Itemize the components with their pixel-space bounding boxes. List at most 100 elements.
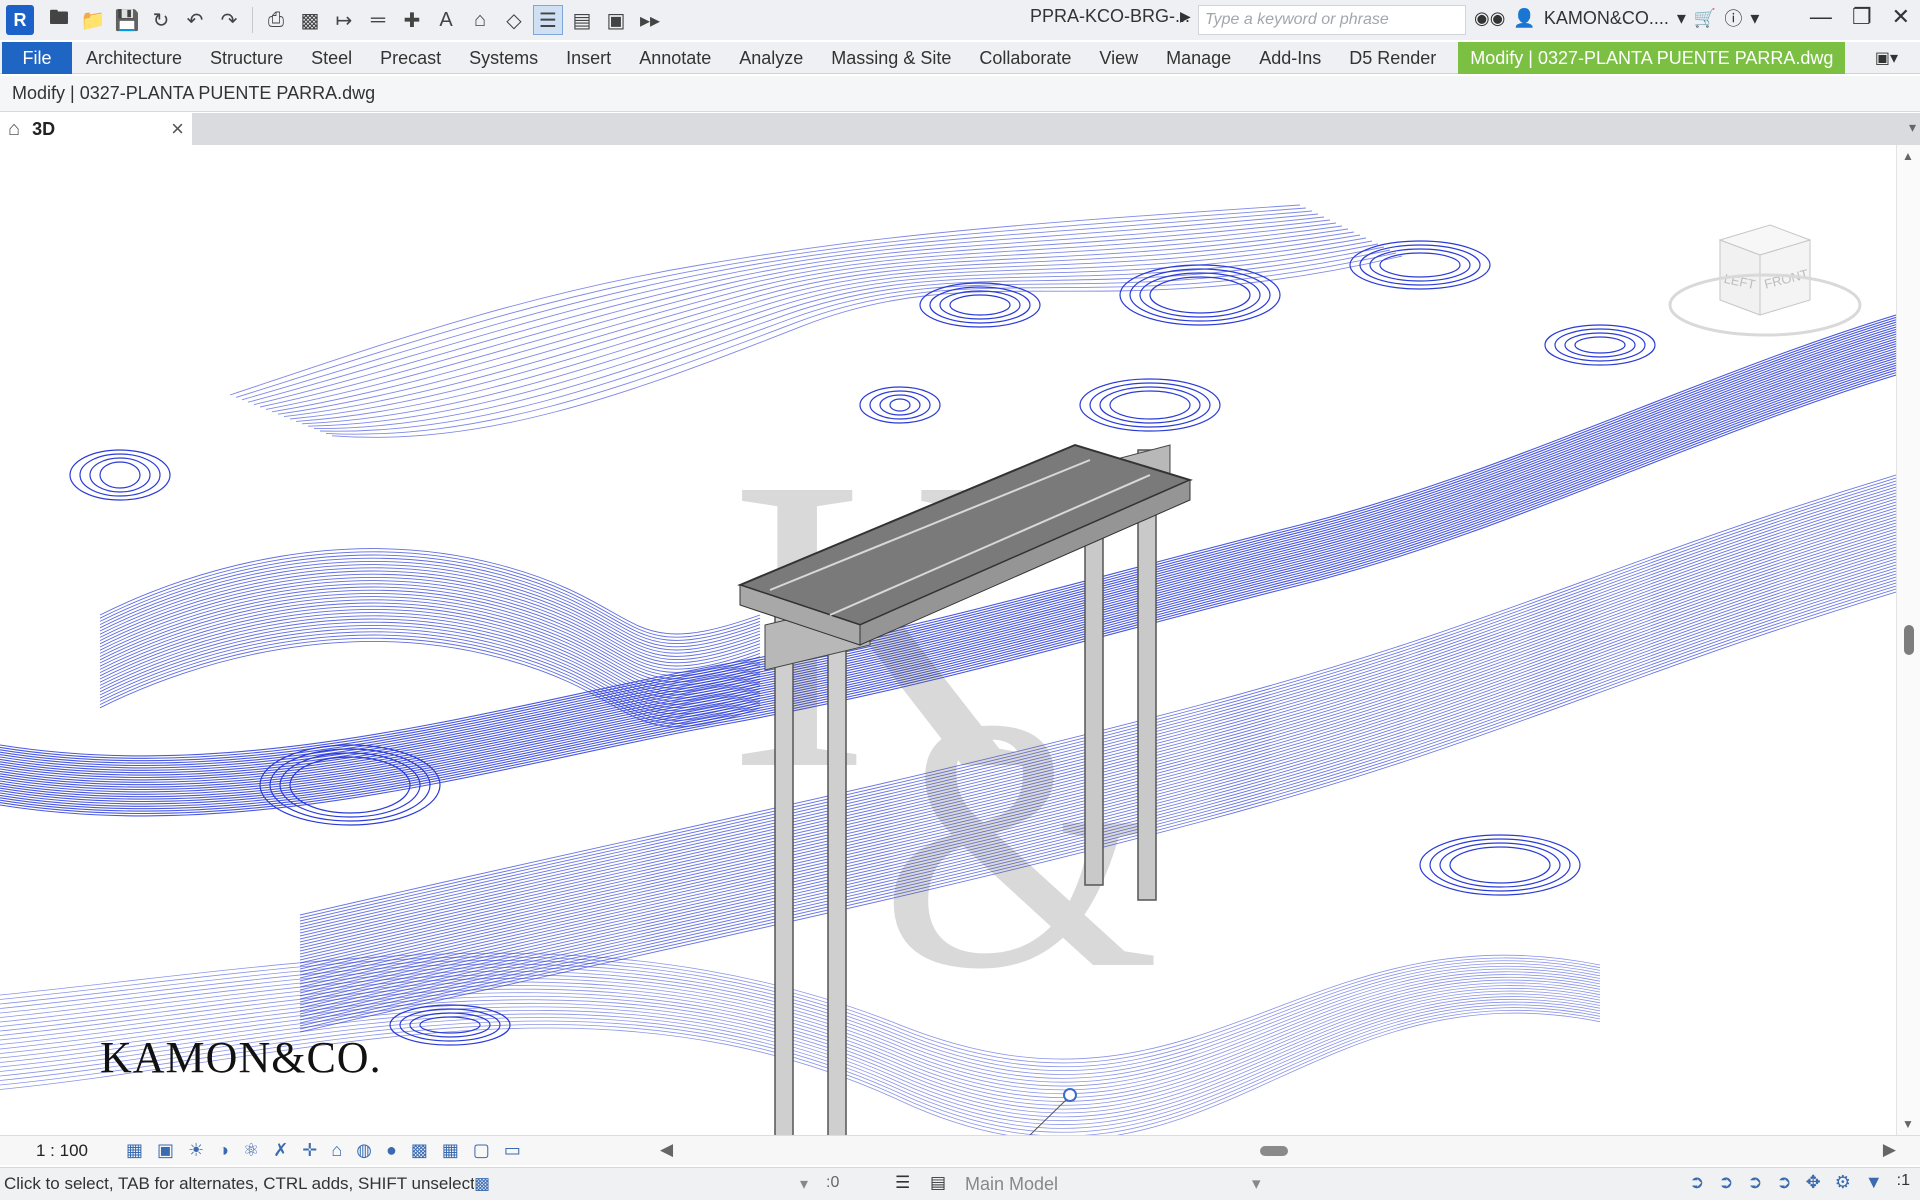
contour-loop (1439, 842, 1561, 888)
scroll-down-icon[interactable]: ▼ (1902, 1117, 1914, 1131)
tab-d5-render[interactable]: D5 Render (1335, 42, 1450, 74)
export-icon[interactable]: ▩ (295, 5, 325, 35)
search-input[interactable]: Type a keyword or phrase (1198, 5, 1466, 35)
background-process-icon[interactable]: ⚙ (1835, 1172, 1851, 1193)
close-views-icon[interactable]: ▤ (567, 5, 597, 35)
worksharing-display-icon[interactable]: ▦ (442, 1140, 459, 1161)
horizontal-scrollbar[interactable]: ◀ ▶ (660, 1136, 1896, 1166)
help-icon[interactable]: ⓘ (1724, 5, 1742, 31)
undo-icon[interactable]: ↶ (180, 5, 210, 35)
tag-icon[interactable]: ✚ (397, 5, 427, 35)
tab-insert[interactable]: Insert (552, 42, 625, 74)
filter-icon[interactable]: ▼ (1865, 1172, 1883, 1193)
3d-viewport[interactable]: K & (0, 145, 1896, 1135)
tab-3d-view[interactable]: ⌂ 3D × (0, 113, 192, 145)
chevron-right-icon[interactable]: ▶ (1180, 8, 1191, 25)
select-pinned-icon[interactable]: ➲ (1747, 1172, 1762, 1193)
close-icon[interactable]: × (171, 116, 184, 142)
open-file-icon[interactable]: 📁 (78, 5, 108, 35)
ribbon-options-icon[interactable]: ▣▾ (1875, 48, 1898, 68)
tab-annotate[interactable]: Annotate (625, 42, 725, 74)
crop-view-icon[interactable]: ✗ (273, 1140, 288, 1161)
design-options-icon[interactable]: ☰ (895, 1173, 910, 1193)
reveal-hidden-icon[interactable]: ● (386, 1140, 397, 1161)
scroll-thumb[interactable] (1904, 625, 1914, 655)
redo-icon[interactable]: ↷ (214, 5, 244, 35)
tab-massing-site[interactable]: Massing & Site (817, 42, 965, 74)
rendering-icon[interactable]: ⚛ (243, 1140, 259, 1161)
contour-line (265, 222, 1337, 410)
chevron-down-icon[interactable]: ▾ (1750, 8, 1759, 29)
tab-systems[interactable]: Systems (455, 42, 552, 74)
select-by-face-icon[interactable]: ➲ (1777, 1172, 1792, 1193)
analytical-model-icon[interactable]: ▢ (473, 1140, 490, 1161)
measure-icon[interactable]: ↦ (329, 5, 359, 35)
contour-loop (1419, 834, 1581, 896)
minimize-icon[interactable]: — (1810, 4, 1832, 30)
ribbon-tabs: File Architecture Structure Steel Precast Sys… (0, 41, 1920, 74)
print-icon[interactable]: ⎙ (261, 5, 291, 35)
binoculars-icon[interactable]: ◉◉ (1474, 8, 1505, 29)
tab-structure[interactable]: Structure (196, 42, 297, 74)
chevron-down-icon[interactable]: ▾ (1252, 1174, 1261, 1194)
view-cube[interactable]: LEFT FRONT (1668, 224, 1862, 337)
section-icon[interactable]: ◇ (499, 5, 529, 35)
select-underlay-icon[interactable]: ➲ (1718, 1172, 1733, 1193)
user-name[interactable]: KAMON&CO.... (1544, 8, 1669, 29)
tab-manage[interactable]: Manage (1152, 42, 1245, 74)
lock-view-icon[interactable]: ⌂ (331, 1140, 342, 1161)
close-icon[interactable]: ✕ (1892, 4, 1910, 30)
visual-style-icon[interactable]: ▣ (157, 1140, 174, 1161)
editable-only-icon[interactable]: ▤ (930, 1173, 946, 1193)
shadows-icon[interactable]: ◑ (218, 1140, 229, 1161)
scroll-thumb[interactable] (1260, 1146, 1288, 1156)
view-scale[interactable]: 1 : 100 (36, 1141, 116, 1161)
select-links-icon[interactable]: ➲ (1689, 1172, 1704, 1193)
filter-count: :1 (1896, 1172, 1910, 1189)
tab-list-icon[interactable]: ▾ (1909, 119, 1916, 136)
thin-lines-icon[interactable]: ☰ (533, 5, 563, 35)
contour-loop (1379, 252, 1461, 278)
cart-icon[interactable]: 🛒 (1694, 8, 1716, 29)
tab-architecture[interactable]: Architecture (72, 42, 196, 74)
temp-hide-icon[interactable]: ◍ (356, 1140, 372, 1161)
sun-path-icon[interactable]: ☀ (188, 1140, 204, 1161)
vertical-scrollbar[interactable]: ▲ ▼ (1896, 145, 1920, 1135)
tab-file[interactable]: File (2, 41, 72, 74)
dimension-icon[interactable]: ═ (363, 5, 393, 35)
drag-elements-icon[interactable]: ✥ (1806, 1172, 1821, 1193)
detail-level-icon[interactable]: ▦ (126, 1140, 143, 1161)
worksets-icon[interactable]: ▩ (474, 1174, 490, 1194)
chevron-down-icon[interactable]: ▾ (1677, 8, 1686, 29)
view-tab-strip: ⌂ 3D × ▾ (0, 113, 1920, 145)
scroll-right-icon[interactable]: ▶ (1883, 1140, 1896, 1160)
chevron-down-icon[interactable]: ▾ (800, 1174, 808, 1194)
more-icon[interactable]: ▸▸ (635, 5, 665, 35)
restore-icon[interactable]: ❐ (1852, 4, 1872, 30)
sync-icon[interactable]: ↻ (146, 5, 176, 35)
tab-add-ins[interactable]: Add-Ins (1245, 42, 1335, 74)
selection-toggles: ➲ ➲ ➲ ➲ ✥ ⚙ ▼ :1 (1689, 1172, 1910, 1193)
temp-properties-icon[interactable]: ▩ (411, 1140, 428, 1161)
scroll-left-icon[interactable]: ◀ (660, 1140, 673, 1160)
tab-analyze[interactable]: Analyze (725, 42, 817, 74)
options-bar: Modify | 0327-PLANTA PUENTE PARRA.dwg (0, 76, 1920, 112)
toolbar-separator (252, 7, 253, 33)
text-icon[interactable]: A (431, 5, 461, 35)
tab-steel[interactable]: Steel (297, 42, 366, 74)
open-icon[interactable]: 🖿 (44, 5, 74, 35)
tab-precast[interactable]: Precast (366, 42, 455, 74)
show-crop-icon[interactable]: ✛ (302, 1140, 317, 1161)
tab-view[interactable]: View (1085, 42, 1152, 74)
tab-collaborate[interactable]: Collaborate (965, 42, 1085, 74)
switch-windows-icon[interactable]: ▣ (601, 5, 631, 35)
constraints-icon[interactable]: ▭ (504, 1140, 521, 1161)
save-icon[interactable]: 💾 (112, 5, 142, 35)
scroll-up-icon[interactable]: ▲ (1902, 149, 1914, 163)
app-menu-button[interactable]: R (6, 5, 34, 35)
contour-loop (99, 461, 141, 489)
tab-modify-context[interactable]: Modify | 0327-PLANTA PUENTE PARRA.dwg (1458, 41, 1846, 74)
active-model-select[interactable]: Main Model (965, 1174, 1058, 1195)
user-icon[interactable]: 👤 (1513, 8, 1535, 29)
3d-view-icon[interactable]: ⌂ (465, 5, 495, 35)
